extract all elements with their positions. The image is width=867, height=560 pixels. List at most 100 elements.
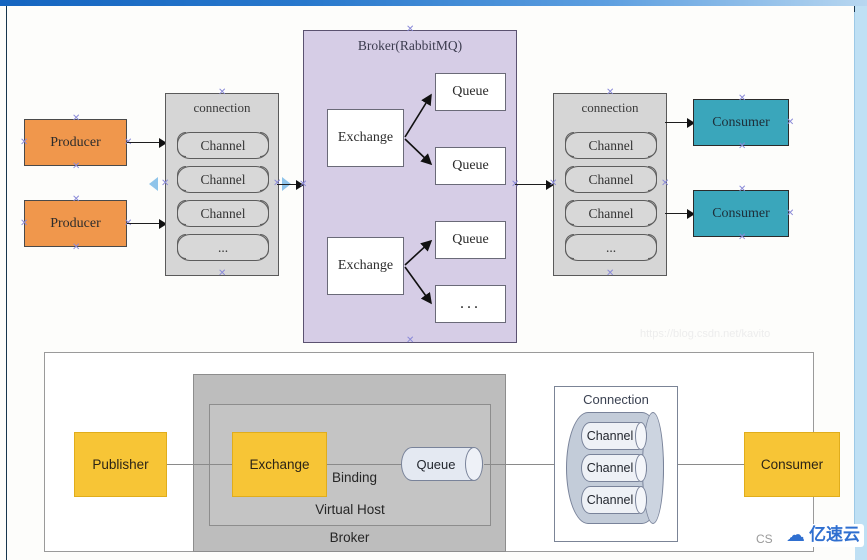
exchange-label: Exchange [337, 258, 394, 273]
channel-pill[interactable]: Channel [564, 131, 658, 159]
resize-handle[interactable] [20, 220, 27, 227]
resize-handle[interactable] [299, 181, 306, 188]
channel-pill[interactable]: Channel [176, 131, 270, 159]
channel-cylinder-cap [635, 486, 647, 514]
resize-handle[interactable] [738, 95, 745, 102]
top-diagram: Producer Producer connection Channel Cha… [10, 14, 855, 343]
channel-label: Channel [588, 171, 634, 187]
virtual-host-label: Virtual Host [315, 502, 385, 517]
scrollbar-thumb[interactable] [854, 12, 867, 528]
channel-pill[interactable]: Channel [564, 199, 658, 227]
resize-handle[interactable] [20, 139, 27, 146]
channel-label: Channel [588, 205, 634, 221]
producer-connection-box[interactable]: connection Channel Channel Channel ... [165, 93, 279, 276]
publisher-exchange-connector [167, 464, 232, 466]
channel-label: ... [217, 239, 229, 255]
queue-box-1[interactable]: Queue [435, 73, 506, 111]
producer-label: Producer [50, 215, 101, 231]
channel-pill-ellipsis[interactable]: ... [176, 233, 270, 261]
channel-cylinder-cap [635, 454, 647, 482]
resize-handle[interactable] [406, 337, 413, 344]
resize-handle[interactable] [738, 143, 745, 150]
consumer-label: Consumer [760, 457, 824, 472]
broker-title: Broker(RabbitMQ) [357, 38, 463, 53]
vertical-scrollbar[interactable] [854, 6, 867, 560]
bottom-diagram: Virtual Host Broker Publisher Exchange B… [44, 352, 840, 552]
queue-label: Queue [416, 456, 456, 472]
consumer-box[interactable]: Consumer [744, 432, 840, 497]
channel-pill[interactable]: Channel [176, 165, 270, 193]
resize-handle[interactable] [218, 89, 225, 96]
producer-box-1[interactable]: Producer [24, 119, 127, 166]
resize-handle[interactable] [549, 180, 556, 187]
cloud-icon: ☁ [786, 525, 805, 546]
queue-box-2[interactable]: Queue [435, 147, 506, 185]
broker-box[interactable]: Broker(RabbitMQ) Exchange Exchange Queue… [303, 30, 517, 343]
channel-label: Channel [200, 205, 246, 221]
exchange-box[interactable]: Exchange [232, 432, 327, 497]
channel-label: Channel [200, 137, 246, 153]
broker-label: Broker [329, 530, 370, 545]
csdn-watermark: CS [756, 532, 773, 546]
site-logo: ☁ 亿速云 [782, 524, 864, 547]
channel-label: Channel [586, 429, 634, 443]
channel-label: Channel [586, 493, 634, 507]
consumer-box-1[interactable]: Consumer [693, 99, 789, 146]
exchange-label: Exchange [249, 457, 310, 472]
consumer-connection-box[interactable]: connection Channel Channel Channel ... [553, 93, 667, 276]
exchange-label: Exchange [337, 130, 394, 145]
resize-handle[interactable] [406, 26, 413, 33]
resize-handle[interactable] [786, 119, 793, 126]
resize-handle[interactable] [72, 244, 79, 251]
channel-label: Channel [200, 171, 246, 187]
resize-handle[interactable] [606, 89, 613, 96]
queue-label: Queue [452, 84, 489, 99]
queue-label: Queue [452, 158, 489, 173]
channel-label: Channel [586, 461, 634, 475]
channel-label: Channel [588, 137, 634, 153]
connector-marker-left-icon[interactable] [149, 177, 158, 191]
logo-text: 亿速云 [809, 525, 860, 545]
resize-handle[interactable] [606, 270, 613, 277]
resize-handle[interactable] [161, 180, 168, 187]
channel-label: ... [605, 239, 617, 255]
resize-handle[interactable] [661, 180, 668, 187]
binding-label: Binding [332, 470, 378, 485]
channel-cylinder-cap [635, 422, 647, 450]
consumer-box-2[interactable]: Consumer [693, 190, 789, 237]
queue-connection-connector [484, 464, 554, 466]
connection-consumer-connector [678, 464, 744, 466]
blog-url-watermark: https://blog.csdn.net/kavito [640, 328, 771, 340]
channel-pill-ellipsis[interactable]: ... [564, 233, 658, 261]
channel-pill[interactable]: Channel [176, 199, 270, 227]
flow-line [127, 142, 163, 144]
queue-label: ... [460, 295, 481, 312]
queue-label: Queue [452, 232, 489, 247]
resize-handle[interactable] [72, 163, 79, 170]
resize-handle[interactable] [738, 234, 745, 241]
exchange-box-1[interactable]: Exchange [327, 109, 404, 167]
producer-box-2[interactable]: Producer [24, 200, 127, 247]
connection-title: connection [193, 100, 251, 115]
resize-handle[interactable] [72, 115, 79, 122]
channel-pill[interactable]: Channel [564, 165, 658, 193]
resize-handle[interactable] [786, 210, 793, 217]
queue-box-ellipsis[interactable]: ... [435, 285, 506, 323]
resize-handle[interactable] [218, 270, 225, 277]
queue-box-3[interactable]: Queue [435, 221, 506, 259]
consumer-label: Consumer [712, 114, 770, 130]
connection-title: connection [581, 100, 639, 115]
connection-title: Connection [583, 392, 649, 407]
producer-label: Producer [50, 134, 101, 150]
exchange-box-2[interactable]: Exchange [327, 237, 404, 295]
publisher-box[interactable]: Publisher [74, 432, 167, 497]
window-titlebar [0, 0, 867, 6]
flow-line [127, 223, 163, 225]
resize-handle[interactable] [72, 196, 79, 203]
publisher-label: Publisher [92, 457, 149, 472]
consumer-label: Consumer [712, 205, 770, 221]
queue-cylinder-cap [465, 447, 483, 481]
page-root: Producer Producer connection Channel Cha… [0, 0, 867, 560]
left-border-rule [6, 6, 7, 560]
resize-handle[interactable] [738, 186, 745, 193]
